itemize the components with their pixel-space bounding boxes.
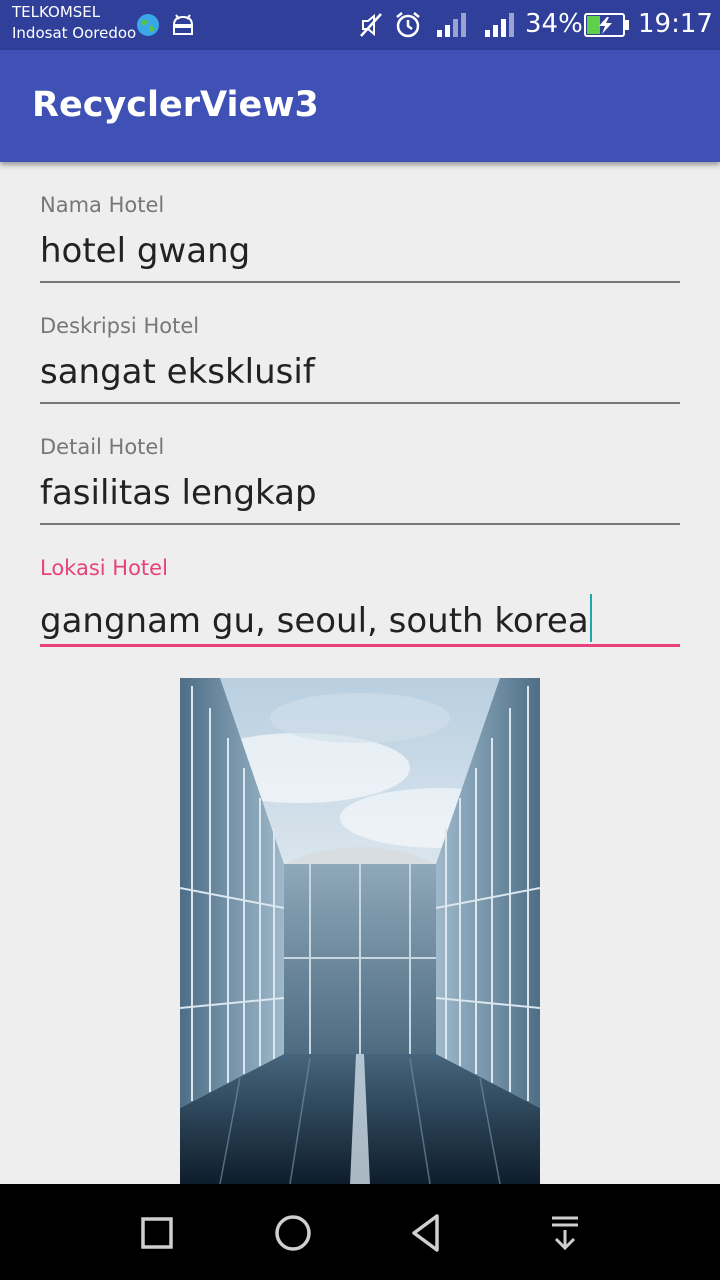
carrier-name-primary: TELKOMSEL [12, 3, 101, 21]
notification-pull-icon[interactable] [540, 1208, 590, 1258]
hotel-detail-underline [40, 523, 680, 525]
android-debug-icon [172, 14, 194, 35]
hotel-location-field[interactable]: Lokasi Hotel gangnam gu, seoul, south ko… [40, 556, 680, 647]
hotel-description-input[interactable]: sangat eksklusif [40, 352, 680, 398]
hotel-location-label: Lokasi Hotel [40, 556, 168, 580]
hotel-description-label: Deskripsi Hotel [40, 314, 200, 338]
text-cursor [589, 594, 592, 642]
hotel-name-label: Nama Hotel [40, 193, 165, 217]
hotel-name-field[interactable]: Nama Hotel hotel gwang [40, 193, 680, 283]
hotel-location-input[interactable]: gangnam gu, seoul, south korea [40, 594, 680, 642]
recent-apps-icon[interactable] [132, 1208, 182, 1258]
hotel-detail-input[interactable]: fasilitas lengkap [40, 473, 680, 519]
home-icon[interactable] [268, 1208, 318, 1258]
hotel-photo [180, 678, 540, 1184]
hotel-location-text: gangnam gu, seoul, south korea [40, 601, 589, 641]
globe-icon [137, 14, 159, 36]
hotel-description-field[interactable]: Deskripsi Hotel sangat eksklusif [40, 314, 680, 404]
hotel-name-underline [40, 281, 680, 283]
mute-icon [360, 13, 382, 37]
hotel-detail-field[interactable]: Detail Hotel fasilitas lengkap [40, 435, 680, 525]
hotel-detail-label: Detail Hotel [40, 435, 165, 459]
carrier-name-secondary: Indosat Ooredoo [12, 24, 137, 42]
app-title: RecyclerView3 [32, 85, 319, 125]
battery-charging-icon [584, 13, 629, 37]
hotel-location-underline [40, 644, 680, 647]
alarm-icon [396, 12, 420, 38]
signal-icon [485, 13, 514, 37]
battery-percent: 34% [525, 9, 583, 39]
app-bar: RecyclerView3 [0, 50, 720, 162]
signal-icon [437, 13, 466, 37]
hotel-name-input[interactable]: hotel gwang [40, 231, 680, 277]
hotel-description-underline [40, 402, 680, 404]
back-icon[interactable] [404, 1208, 454, 1258]
status-bar: TELKOMSEL Indosat Ooredoo 34% 19:17 [0, 0, 720, 50]
status-clock: 19:17 [638, 9, 713, 39]
navigation-bar [0, 1184, 720, 1280]
